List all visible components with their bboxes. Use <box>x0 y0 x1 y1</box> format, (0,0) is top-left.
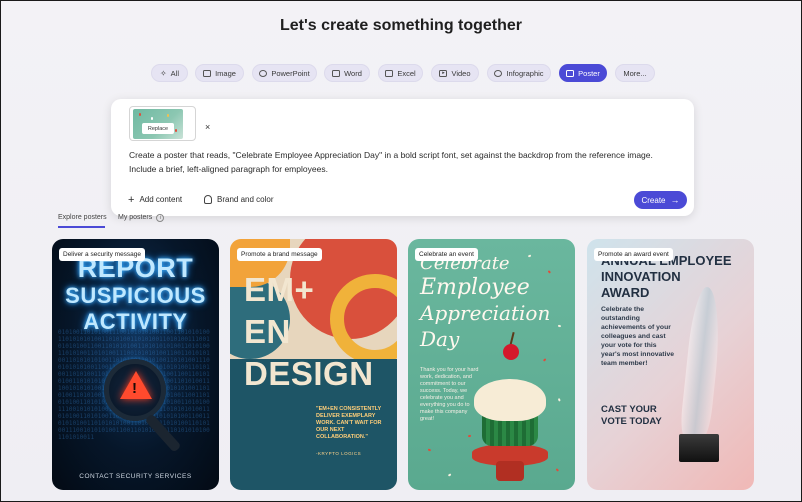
poster-tag: Promote a brand message <box>237 248 322 261</box>
poster-headline-line-2: Employee <box>420 275 530 300</box>
reference-attachment: Replace × <box>129 106 210 141</box>
prompt-card: Replace × Create a poster that reads, "C… <box>111 99 694 216</box>
poster-cta-line-1: CAST YOUR <box>601 404 657 415</box>
poster-headline-line-2: INNOVATION <box>601 269 681 284</box>
poster-headline-line-2: EN <box>244 313 291 350</box>
chip-all-label: All <box>170 68 180 78</box>
cupcake-frosting <box>474 379 546 421</box>
chip-excel-label: Excel <box>397 68 416 78</box>
video-icon: ▸ <box>439 69 448 77</box>
word-icon <box>332 69 341 77</box>
poster-byline: -KRYPTO LOGICS <box>316 451 362 456</box>
chip-image-label: Image <box>215 68 236 78</box>
excel-icon <box>385 69 394 77</box>
page-title: Let's create something together <box>279 17 523 34</box>
sparkle-icon: ✧ <box>159 68 167 78</box>
poster-cta-line-2: VOTE TODAY <box>601 416 662 427</box>
chip-powerpoint-label: PowerPoint <box>271 68 310 78</box>
chip-powerpoint[interactable]: PowerPoint <box>252 64 317 82</box>
poster-body: Celebrate the outstanding achievements o… <box>601 306 675 367</box>
cherry-icon <box>503 344 519 360</box>
chip-video[interactable]: ▸ Video <box>431 64 479 82</box>
poster-tag: Promote an award event <box>594 248 673 261</box>
poster-card-award[interactable]: ANNUAL EMPLOYEE INNOVATION AWARD Celebra… <box>587 239 754 490</box>
poster-headline-line-3: AWARD <box>601 285 650 300</box>
poster-headline-line-1: EM+ <box>244 271 315 308</box>
create-label: Create <box>641 195 666 205</box>
tab-my-posters-label: My posters <box>118 214 153 221</box>
poster-quote: "EM+EN CONSISTENTLY DELIVER EXEMPLARY WO… <box>316 406 382 440</box>
poster-card-brand[interactable]: EM+ EN DESIGN "EM+EN CONSISTENTLY DELIVE… <box>230 239 397 490</box>
chip-more[interactable]: More... <box>615 64 655 82</box>
trophy-base <box>679 434 719 462</box>
poster-headline-line-3: Appreciation <box>420 301 551 325</box>
poster-headline-line-2: SUSPICIOUS <box>65 283 206 308</box>
arrow-right-icon: → <box>670 195 680 205</box>
plus-icon: + <box>128 193 135 206</box>
chip-poster-label: Poster <box>578 68 600 78</box>
poster-tag: Deliver a security message <box>59 248 146 261</box>
replace-button[interactable]: Replace <box>142 123 174 134</box>
trophy-icon <box>679 287 725 437</box>
cake-stand-foot <box>496 461 524 481</box>
chip-poster[interactable]: Poster <box>559 64 607 82</box>
image-icon <box>203 69 212 77</box>
poster-headline-line-3: ACTIVITY <box>83 309 188 334</box>
poster-icon <box>566 69 575 77</box>
poster-headline-line-3: DESIGN <box>244 355 374 392</box>
poster-headline-line-4: Day <box>420 327 460 351</box>
poster-card-security[interactable]: 0101001101010011100101010100110011010101… <box>52 239 219 490</box>
brand-color-button[interactable]: Brand and color <box>204 195 273 204</box>
chip-infographic[interactable]: Infographic <box>487 64 551 82</box>
chip-video-label: Video <box>451 68 471 78</box>
brand-color-label: Brand and color <box>217 195 274 204</box>
info-icon: i <box>156 214 165 222</box>
poster-footer: CONTACT SECURITY SERVICES <box>79 473 192 480</box>
tab-explore-posters[interactable]: Explore posters <box>58 214 107 221</box>
brand-kit-icon <box>204 195 212 204</box>
chip-word[interactable]: Word <box>324 64 370 82</box>
exclamation-mark: ! <box>132 380 137 397</box>
chip-image[interactable]: Image <box>195 64 244 82</box>
chip-word-label: Word <box>344 68 362 78</box>
powerpoint-icon <box>259 69 268 77</box>
tab-selected-indicator <box>58 226 105 228</box>
poster-tag: Celebrate an event <box>415 248 478 261</box>
reference-thumbnail: Replace <box>133 109 183 139</box>
add-content-button[interactable]: + Add content <box>128 193 183 206</box>
chip-infographic-label: Infographic <box>506 68 544 78</box>
tab-my-posters[interactable]: My posters i <box>118 214 165 222</box>
infographic-icon <box>494 69 503 77</box>
close-icon[interactable]: × <box>205 122 210 132</box>
add-content-label: Add content <box>139 195 183 204</box>
prompt-input[interactable]: Create a poster that reads, "Celebrate E… <box>129 149 674 176</box>
poster-body: Thank you for your hard work, dedication… <box>420 367 479 422</box>
chip-all[interactable]: ✧ All <box>151 64 188 82</box>
create-button[interactable]: Create → <box>634 191 687 209</box>
category-chips: ✧ All Image PowerPoint Word Excel ▸ Vide… <box>0 64 802 82</box>
chip-more-label: More... <box>623 68 647 78</box>
chip-excel[interactable]: Excel <box>378 64 423 82</box>
poster-card-celebration[interactable]: Celebrate Employee Appreciation Day Than… <box>408 239 575 490</box>
